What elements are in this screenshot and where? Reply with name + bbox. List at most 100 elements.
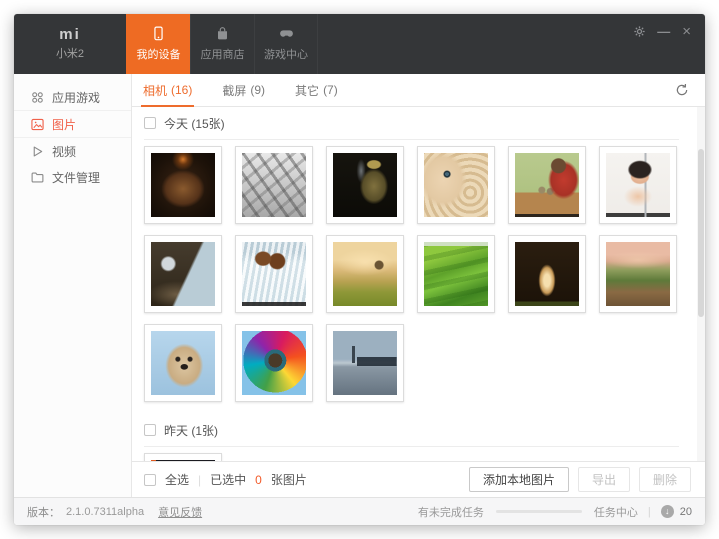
export-button[interactable]: 导出 [578, 467, 630, 492]
scrollbar-thumb[interactable] [698, 149, 704, 317]
refresh-icon[interactable] [675, 74, 689, 106]
golden-misty-hills-photo [333, 242, 397, 306]
bears-waterfall-photo [242, 242, 306, 306]
header-tab-label: 游戏中心 [264, 46, 308, 62]
baby-portrait-photo [606, 153, 670, 217]
tab-label: 其它 [295, 82, 319, 99]
window-controls: — × [634, 24, 691, 39]
puppy-photo [151, 331, 215, 395]
tab-camera[interactable]: 相机 (16) [143, 74, 192, 106]
sidebar-item-pictures[interactable]: 图片 [14, 111, 131, 137]
image-icon [30, 117, 44, 131]
portrait-reading-dark-photo [151, 153, 215, 217]
forest-light-arch-photo [515, 242, 579, 306]
sidebar-item-label: 图片 [52, 116, 76, 133]
soldier-smoking-photo [333, 153, 397, 217]
title-bar: mi 小米2 我的设备 应用商店 游戏中心 [14, 14, 705, 74]
photo-thumbnail-boy-stacking-coins[interactable] [508, 146, 586, 224]
sidebar-item-videos[interactable]: 视频 [14, 138, 131, 164]
app-window: mi 小米2 我的设备 应用商店 游戏中心 [14, 14, 705, 525]
apps-grid-icon [30, 90, 44, 104]
version-value: 2.1.0.7311alpha [66, 506, 144, 518]
select-all-label: 全选 [165, 471, 189, 488]
city-bridge-long-exposure-photo [333, 331, 397, 395]
tab-other[interactable]: 其它 (7) [295, 74, 338, 106]
tab-label: 截屏 [222, 82, 246, 99]
photo-thumbnail-woman-curly-hair[interactable] [417, 146, 495, 224]
sidebar-item-file-manager[interactable]: 文件管理 [14, 164, 131, 190]
photo-thumbnail-hot-air-balloon[interactable] [235, 324, 313, 402]
play-icon [30, 144, 44, 158]
version-label: 版本： [27, 504, 60, 520]
tab-game-center[interactable]: 游戏中心 [254, 14, 318, 74]
group-checkbox-today[interactable] [144, 117, 156, 129]
photo-thumbnail-bears-waterfall[interactable] [235, 235, 313, 313]
photo-category-tabs: 相机 (16) 截屏 (9) 其它 (7) [132, 74, 705, 107]
selection-bar: 全选 | 已选中 0 张图片 添加本地图片 导出 删除 [132, 461, 705, 497]
woman-curly-hair-photo [424, 153, 488, 217]
logo-block: mi 小米2 [14, 14, 126, 74]
photo-group-yesterday: 昨天 (1张) [144, 414, 705, 461]
photo-thumbnail-puppy[interactable] [144, 324, 222, 402]
selected-count: 0 [255, 473, 262, 487]
photo-grid-yesterday [144, 447, 677, 461]
group-label: 今天 (15张) [164, 115, 225, 132]
photo-thumbnail-city-bridge-long-exposure[interactable] [326, 324, 404, 402]
photo-thumbnail-bw-sneakers[interactable] [235, 146, 313, 224]
download-count: 20 [680, 506, 692, 518]
green-rolling-hills-photo [424, 242, 488, 306]
add-local-pictures-button[interactable]: 添加本地图片 [469, 467, 569, 492]
close-button[interactable]: × [682, 24, 691, 39]
tab-my-device[interactable]: 我的设备 [126, 14, 190, 74]
photo-thumbnail-soldier-smoking[interactable] [326, 146, 404, 224]
scrollbar-track [697, 107, 705, 461]
group-checkbox-yesterday[interactable] [144, 424, 156, 436]
tab-screenshots[interactable]: 截屏 (9) [222, 74, 265, 106]
app-body: 应用游戏 图片 视频 文件管理 [14, 74, 705, 497]
main-panel: 相机 (16) 截屏 (9) 其它 (7) [132, 74, 705, 497]
divider: | [198, 473, 201, 487]
group-header-today: 今天 (15张) [144, 107, 705, 139]
sidebar-item-label: 文件管理 [52, 169, 100, 186]
header-tab-label: 我的设备 [137, 46, 181, 62]
sidebar-item-label: 应用游戏 [52, 89, 100, 106]
gamepad-icon [279, 26, 294, 41]
minimize-button[interactable]: — [657, 25, 670, 38]
tab-count: (16) [171, 83, 192, 97]
mi-logo: mi [59, 27, 81, 42]
task-progress-bar [496, 510, 582, 513]
folder-icon [30, 170, 44, 184]
dark-orange-thumbnail-photo [151, 460, 215, 461]
header-tabs: 我的设备 应用商店 游戏中心 [126, 14, 318, 74]
download-circle-icon[interactable]: ↓ [661, 505, 674, 518]
gear-icon[interactable] [634, 26, 645, 37]
photo-thumbnail-golden-misty-hills[interactable] [326, 235, 404, 313]
divider: | [648, 506, 651, 518]
sunset-valley-photo [606, 242, 670, 306]
phone-icon [151, 26, 166, 41]
tab-app-store[interactable]: 应用商店 [190, 14, 254, 74]
sidebar-item-apps-games[interactable]: 应用游戏 [14, 84, 131, 110]
tab-count: (7) [323, 83, 338, 97]
select-all-checkbox[interactable] [144, 474, 156, 486]
photo-thumbnail-dark-orange-thumbnail[interactable] [144, 453, 222, 461]
photo-grid-today [144, 140, 677, 414]
boy-stacking-coins-photo [515, 153, 579, 217]
photo-thumbnail-forest-light-arch[interactable] [508, 235, 586, 313]
task-center-link[interactable]: 任务中心 [594, 504, 638, 520]
feedback-link[interactable]: 意见反馈 [158, 504, 202, 520]
hot-air-balloon-photo [242, 331, 306, 395]
photo-thumbnail-baby-portrait[interactable] [599, 146, 677, 224]
device-name: 小米2 [56, 45, 84, 61]
photo-thumbnail-green-rolling-hills[interactable] [417, 235, 495, 313]
photo-thumbnail-sunset-valley[interactable] [599, 235, 677, 313]
photo-thumbnail-portrait-reading-dark[interactable] [144, 146, 222, 224]
group-label: 昨天 (1张) [164, 422, 218, 439]
delete-button[interactable]: 删除 [639, 467, 691, 492]
photo-thumbnail-workshop-interior[interactable] [144, 235, 222, 313]
photo-scroll-area: 今天 (15张) 昨天 (1张) [132, 107, 705, 461]
tab-count: (9) [250, 83, 265, 97]
selected-prefix: 已选中 [210, 471, 246, 488]
bag-icon [215, 26, 230, 41]
unfinished-task-text: 有未完成任务 [418, 504, 484, 520]
